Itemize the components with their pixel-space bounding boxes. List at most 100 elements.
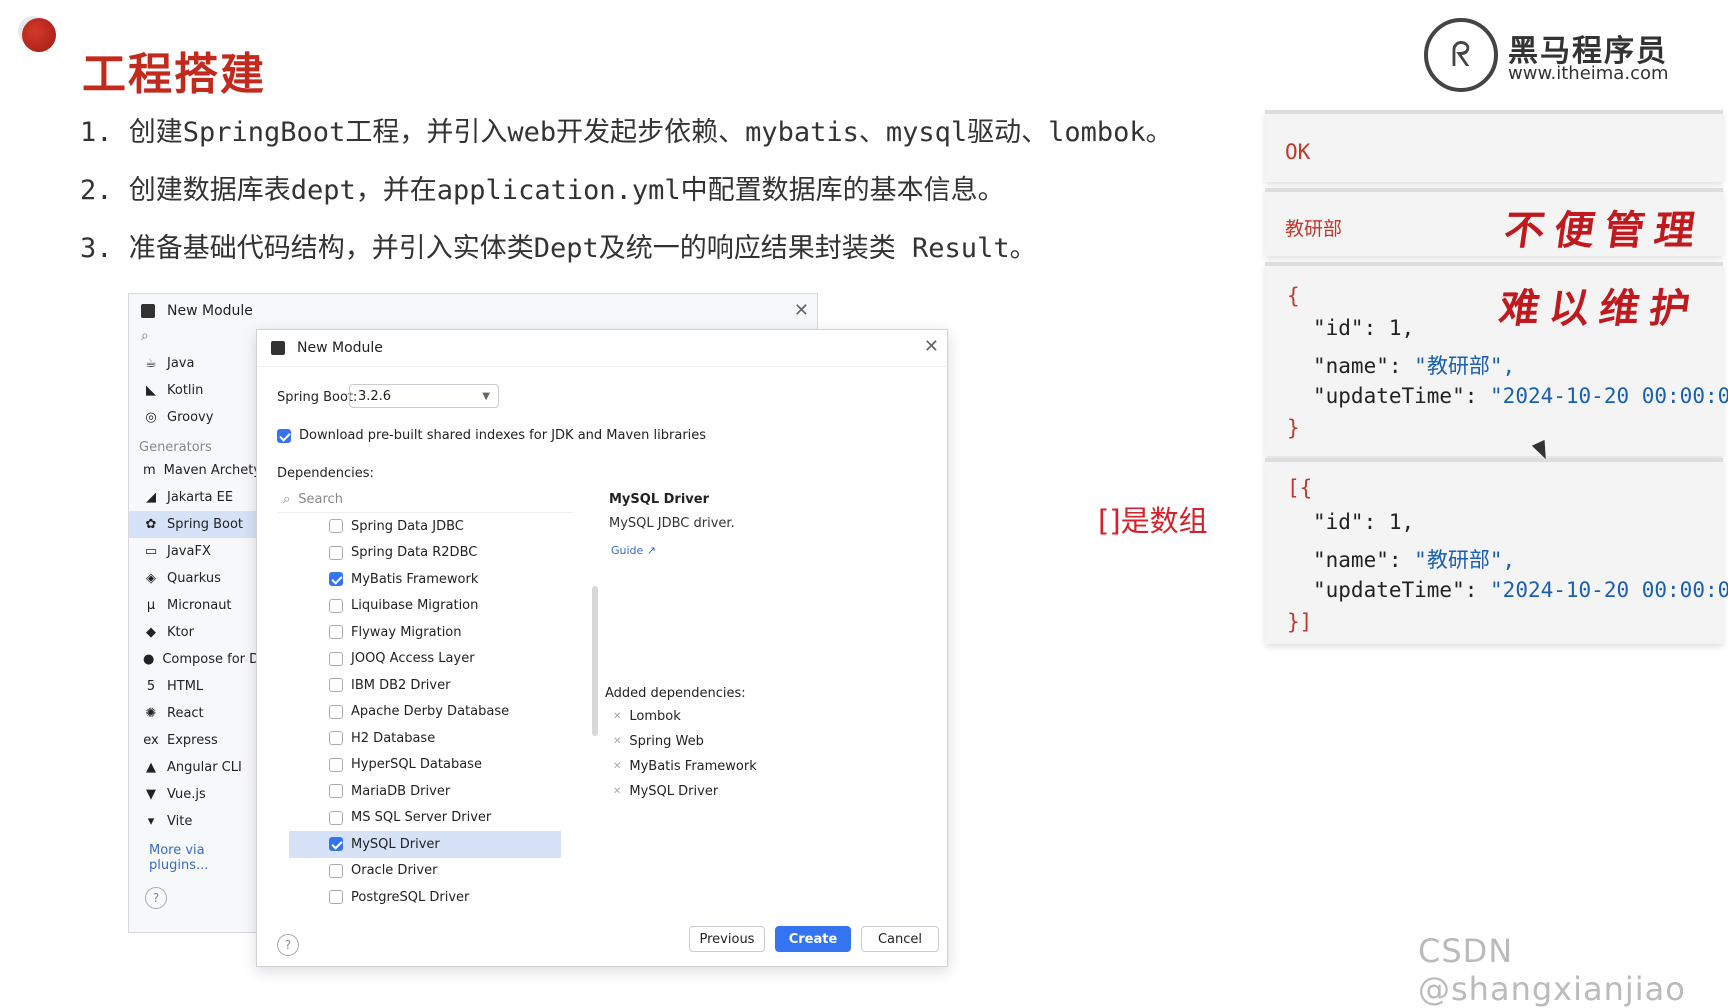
remove-icon[interactable]: ✕ bbox=[613, 736, 621, 747]
dependency-checkbox[interactable] bbox=[329, 572, 343, 587]
sidebar-item-label: React bbox=[167, 706, 204, 721]
dependencies-scrollbar[interactable] bbox=[592, 586, 598, 736]
added-dependency-item: ✕ Lombok bbox=[605, 704, 905, 729]
dependency-checkbox[interactable] bbox=[329, 731, 343, 746]
dependency-row[interactable]: MariaDB Driver bbox=[277, 778, 573, 805]
dependency-row[interactable]: MS SQL Server Driver bbox=[277, 805, 573, 832]
dependencies-label: Dependencies: bbox=[277, 466, 374, 481]
dependency-checkbox[interactable] bbox=[329, 890, 343, 905]
obj-id-line: "id": 1, bbox=[1313, 316, 1415, 340]
more-via-plugins-link[interactable]: More via plugins... bbox=[129, 843, 257, 873]
sidebar-item-label: Vite bbox=[167, 814, 193, 829]
sidebar-item-quarkus[interactable]: ◈ Quarkus bbox=[129, 565, 257, 592]
dependency-row[interactable]: IBM DB2 Driver bbox=[277, 672, 573, 699]
sidebar-search-icon[interactable]: ⌕ bbox=[129, 328, 257, 350]
sidebar-item-maven-archetype[interactable]: m Maven Archetype bbox=[129, 457, 257, 484]
sidebar-item-spring-boot[interactable]: ✿ Spring Boot bbox=[129, 511, 257, 538]
sidebar-item-micronaut[interactable]: μ Micronaut bbox=[129, 592, 257, 619]
sidebar-item-jakarta-ee[interactable]: ◢ Jakarta EE bbox=[129, 484, 257, 511]
cancel-button[interactable]: Cancel bbox=[861, 926, 939, 952]
inner-close-icon[interactable]: ✕ bbox=[924, 336, 939, 357]
sidebar-item-label: Compose for Desktop bbox=[162, 652, 257, 667]
spring-boot-version-select[interactable]: 3.2.6 ▼ bbox=[349, 384, 499, 408]
dependency-label: MariaDB Driver bbox=[351, 783, 451, 799]
download-indexes-row[interactable]: Download pre-built shared indexes for JD… bbox=[277, 428, 706, 443]
csdn-watermark: CSDN @shangxianjiao bbox=[1418, 932, 1686, 1008]
dependency-row[interactable]: Liquibase Migration bbox=[277, 593, 573, 620]
sidebar-item-label: Quarkus bbox=[167, 571, 221, 586]
dependency-checkbox[interactable] bbox=[329, 784, 343, 799]
dependency-row[interactable]: Apache Derby Database bbox=[277, 699, 573, 726]
guide-link[interactable]: Guide ↗ bbox=[611, 544, 656, 557]
dependency-row[interactable]: PostgreSQL Driver bbox=[277, 884, 573, 906]
outer-dialog-title: New Module bbox=[167, 303, 253, 319]
dependency-row[interactable]: Spring Data JDBC bbox=[277, 513, 573, 540]
sidebar-item-vite[interactable]: ▾ Vite bbox=[129, 808, 257, 835]
arr-id-line: "id": 1, bbox=[1313, 510, 1415, 534]
sidebar-item-java[interactable]: ☕ Java bbox=[129, 350, 257, 377]
sidebar-item-compose-for-desktop[interactable]: ● Compose for Desktop bbox=[129, 646, 257, 673]
logo-text-url: www.itheima.com bbox=[1508, 63, 1669, 84]
dependency-search-input[interactable]: ⌕ Search bbox=[277, 486, 573, 513]
dependency-checkbox[interactable] bbox=[329, 545, 343, 560]
vite-icon: ▾ bbox=[147, 814, 155, 829]
dependency-row[interactable]: JOOQ Access Layer bbox=[277, 646, 573, 673]
dependency-row[interactable]: MyBatis Framework bbox=[277, 566, 573, 593]
spring-boot-label: Spring Boot: bbox=[277, 390, 358, 405]
sidebar-item-kotlin[interactable]: ◣ Kotlin bbox=[129, 377, 257, 404]
remove-icon[interactable]: ✕ bbox=[613, 711, 621, 722]
dependency-row[interactable]: HyperSQL Database bbox=[277, 752, 573, 779]
arr-time-line: "updateTime": "2024-10-20 00:00:00" bbox=[1313, 578, 1728, 602]
remove-icon[interactable]: ✕ bbox=[613, 761, 621, 772]
download-indexes-label: Download pre-built shared indexes for JD… bbox=[299, 428, 707, 443]
added-dependency-item: ✕ MyBatis Framework bbox=[605, 754, 905, 779]
dependency-checkbox[interactable] bbox=[329, 757, 343, 772]
obj-open-brace: { bbox=[1287, 284, 1300, 308]
dependency-row[interactable]: MySQL Driver bbox=[289, 831, 561, 858]
inner-new-module-dialog: New Module ✕ Spring Boot: 3.2.6 ▼ Downlo… bbox=[256, 329, 948, 967]
sidebar-item-label: HTML bbox=[167, 679, 204, 694]
outer-help-icon[interactable]: ? bbox=[145, 887, 167, 909]
sidebar-item-react[interactable]: ✺ React bbox=[129, 700, 257, 727]
dependency-row[interactable]: H2 Database bbox=[277, 725, 573, 752]
dependency-label: Liquibase Migration bbox=[351, 598, 479, 614]
dependency-checkbox[interactable] bbox=[329, 678, 343, 693]
remove-icon[interactable]: ✕ bbox=[613, 786, 621, 797]
dependency-label: Spring Data JDBC bbox=[351, 518, 464, 534]
dependency-label: JOOQ Access Layer bbox=[351, 651, 475, 667]
sidebar-item-groovy[interactable]: ◎ Groovy bbox=[129, 404, 257, 431]
inner-help-icon[interactable]: ? bbox=[277, 934, 299, 956]
outer-close-icon[interactable]: ✕ bbox=[794, 300, 809, 321]
sidebar-item-angular-cli[interactable]: ▲ Angular CLI bbox=[129, 754, 257, 781]
sidebar-item-label: Vue.js bbox=[167, 787, 206, 802]
dependency-checkbox[interactable] bbox=[329, 519, 343, 534]
previous-button[interactable]: Previous bbox=[689, 926, 765, 952]
download-indexes-checkbox[interactable] bbox=[277, 428, 291, 443]
dependency-checkbox[interactable] bbox=[329, 704, 343, 719]
dependency-label: MySQL Driver bbox=[351, 836, 440, 852]
spring-boot-icon: ✿ bbox=[145, 517, 157, 532]
added-dependencies-list: ✕ Lombok ✕ Spring Web ✕ MyBatis Framework ✕ MyS… bbox=[605, 704, 905, 804]
create-button[interactable]: Create bbox=[775, 926, 851, 952]
sidebar-item-label: Spring Boot bbox=[167, 517, 244, 532]
dependency-checkbox[interactable] bbox=[329, 651, 343, 666]
sidebar-item-express[interactable]: ex Express bbox=[129, 727, 257, 754]
sidebar-item-label: Angular CLI bbox=[167, 760, 242, 775]
added-dependency-label: Spring Web bbox=[629, 734, 704, 749]
dependency-checkbox[interactable] bbox=[329, 863, 343, 878]
response-plain-text: 教研部 bbox=[1285, 218, 1343, 240]
sidebar-item-ktor[interactable]: ◆ Ktor bbox=[129, 619, 257, 646]
dependency-row[interactable]: Spring Data R2DBC bbox=[277, 540, 573, 567]
dependency-checkbox[interactable] bbox=[329, 810, 343, 825]
dependency-checkbox[interactable] bbox=[329, 625, 343, 640]
sidebar-item-javafx[interactable]: ▭ JavaFX bbox=[129, 538, 257, 565]
dependency-checkbox[interactable] bbox=[329, 837, 343, 852]
dependency-row[interactable]: Oracle Driver bbox=[277, 858, 573, 885]
chevron-down-icon: ▼ bbox=[482, 390, 490, 402]
sidebar-item-vue-js[interactable]: ▼ Vue.js bbox=[129, 781, 257, 808]
dependency-checkbox[interactable] bbox=[329, 598, 343, 613]
sidebar-item-html[interactable]: 5 HTML bbox=[129, 673, 257, 700]
dependency-label: Apache Derby Database bbox=[351, 704, 510, 720]
react-icon: ✺ bbox=[145, 706, 157, 721]
dependency-row[interactable]: Flyway Migration bbox=[277, 619, 573, 646]
